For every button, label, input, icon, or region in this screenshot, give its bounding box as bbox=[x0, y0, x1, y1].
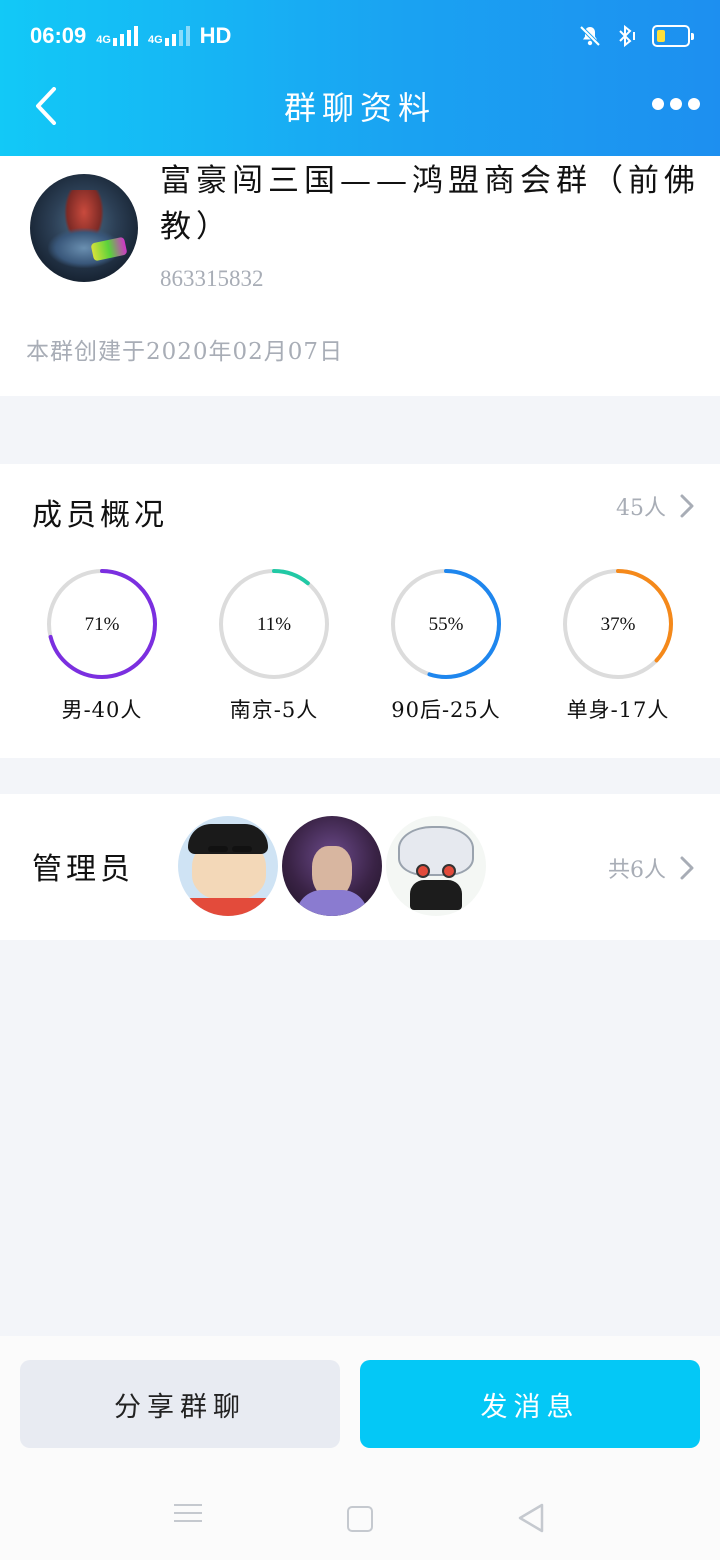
back-triangle-icon[interactable] bbox=[516, 1502, 546, 1534]
home-icon[interactable] bbox=[347, 1506, 373, 1532]
stat-label: 男-40人 bbox=[61, 698, 143, 722]
stat-label: 90后-25人 bbox=[391, 698, 501, 722]
group-created-date: 本群创建于2020年02月07日 bbox=[26, 339, 344, 365]
network-type: 4G bbox=[96, 34, 111, 46]
signal-icon: 4G bbox=[96, 26, 138, 46]
member-stats: 71% 男-40人 11% 南京-5人 55% 90后-25人 37% 单身-1… bbox=[0, 568, 720, 728]
header: 06:09 4G 4G HD 群聊资料 bbox=[0, 0, 720, 156]
members-title: 成员概况 bbox=[32, 498, 168, 533]
status-left: 06:09 4G 4G HD bbox=[30, 23, 231, 49]
stat-percent: 11% bbox=[256, 614, 292, 635]
status-time: 06:09 bbox=[30, 23, 87, 48]
status-right bbox=[578, 24, 694, 48]
admin-avatar[interactable] bbox=[178, 816, 278, 916]
members-count-link[interactable]: 45人 bbox=[616, 490, 694, 522]
stat-percent: 37% bbox=[600, 614, 636, 635]
admin-avatar[interactable] bbox=[282, 816, 382, 916]
admins-count: 共6人 bbox=[608, 858, 666, 883]
group-info-card: 富豪闯三国——鸿盟商会群（前佛教） 863315832 本群创建于2020年02… bbox=[0, 156, 720, 396]
chevron-right-icon bbox=[680, 494, 694, 518]
nav-bar: 群聊资料 bbox=[0, 72, 720, 156]
group-id: 863315832 bbox=[160, 266, 264, 291]
menu-icon[interactable] bbox=[174, 1498, 202, 1528]
stat-label: 单身-17人 bbox=[566, 698, 670, 722]
more-button[interactable] bbox=[652, 98, 700, 110]
mute-icon bbox=[579, 25, 601, 47]
send-message-button[interactable]: 发消息 bbox=[360, 1360, 700, 1448]
network-type-2: 4G bbox=[147, 34, 163, 46]
members-overview-card[interactable]: 成员概况 45人 71% 男-40人 11% 南京-5人 55% 90后-25人… bbox=[0, 464, 720, 758]
bottom-action-bar: 分享群聊 发消息 bbox=[0, 1336, 720, 1560]
signal-icon-2: 4G bbox=[148, 26, 190, 46]
admin-avatar[interactable] bbox=[386, 816, 486, 916]
admins-card[interactable]: 管理员 共6人 bbox=[0, 794, 720, 940]
stat-percent: 55% bbox=[428, 614, 464, 635]
page-title: 群聊资料 bbox=[283, 89, 436, 127]
more-dots-icon bbox=[652, 98, 664, 110]
members-count: 45人 bbox=[616, 496, 666, 521]
stat-label: 南京-5人 bbox=[229, 698, 319, 722]
group-name: 富豪闯三国——鸿盟商会群（前佛教） bbox=[160, 163, 700, 245]
stat-gender: 71% 男-40人 bbox=[16, 568, 188, 724]
battery-icon bbox=[652, 25, 694, 47]
stat-age: 55% 90后-25人 bbox=[360, 568, 532, 724]
hd-badge: HD bbox=[199, 23, 232, 48]
chevron-left-icon bbox=[36, 87, 56, 125]
system-nav-bar bbox=[0, 1476, 720, 1560]
bluetooth-icon bbox=[619, 24, 635, 48]
admins-count-link[interactable]: 共6人 bbox=[608, 852, 694, 884]
stat-single: 37% 单身-17人 bbox=[532, 568, 704, 724]
share-group-button[interactable]: 分享群聊 bbox=[20, 1360, 340, 1448]
status-bar: 06:09 4G 4G HD bbox=[0, 0, 720, 72]
admins-title: 管理员 bbox=[32, 852, 134, 887]
stat-location: 11% 南京-5人 bbox=[188, 568, 360, 724]
chevron-right-icon bbox=[680, 856, 694, 880]
back-button[interactable] bbox=[26, 86, 66, 126]
group-avatar[interactable] bbox=[30, 174, 138, 282]
stat-percent: 71% bbox=[84, 614, 120, 635]
